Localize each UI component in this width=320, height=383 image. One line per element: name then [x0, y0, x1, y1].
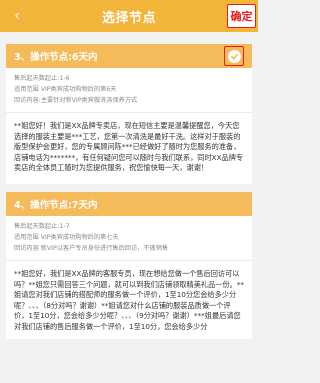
- node-meta: 售后起天数起止:1-6 适用范围 VIP类宾成功购物后的第6天 回访内容:主要针…: [6, 68, 252, 113]
- node-title: 4、操作节点:7天内: [14, 199, 98, 211]
- back-arrow-icon[interactable]: ‹: [8, 0, 26, 32]
- top-bar: ‹ 选择节点 确定: [0, 0, 258, 32]
- checkmark-icon: [227, 49, 241, 63]
- confirm-label: 确定: [230, 10, 253, 23]
- node-meta: 售后起天数起止:1-7 适用范围 VIP类宾成功购物后的第七天 回访内容 新VI…: [6, 216, 252, 261]
- node-meta-scope: 适用范围 VIP类宾成功购物后的第七天: [14, 233, 119, 241]
- node-message: **姐您好！我们是XX品牌专卖店，现在短信主要是温馨提醒您，今天您选择的服装主要…: [14, 121, 244, 173]
- node-list: 3、操作节点:6天内 售后起天数起止:1-6 适用范围 VIP类宾成功购物后的第…: [0, 32, 258, 339]
- node-meta-days: 售后起天数起止:1-6: [14, 75, 70, 82]
- page-title: 选择节点: [101, 10, 156, 26]
- select-toggle[interactable]: [224, 46, 244, 66]
- node-card[interactable]: 4、操作节点:7天内 售后起天数起止:1-7 适用范围 VIP类宾成功购物后的第…: [6, 191, 252, 339]
- node-card-header[interactable]: 3、操作节点:6天内: [6, 44, 252, 68]
- confirm-button[interactable]: 确定: [227, 4, 256, 28]
- node-card[interactable]: 3、操作节点:6天内 售后起天数起止:1-6 适用范围 VIP类宾成功购物后的第…: [6, 44, 252, 184]
- node-card-header[interactable]: 4、操作节点:7天内: [6, 191, 252, 216]
- node-meta-days: 售后起天数起止:1-7: [14, 222, 70, 230]
- node-meta-content: 回访内容:主要针对新VIP类宾做洗涤保养方式: [14, 97, 138, 104]
- node-message: **姐您好，我们是XX品牌的客服专员，现在想给您做一个售后回访可以吗？**姐您只…: [14, 268, 245, 331]
- node-title: 3、操作节点:6天内: [14, 52, 98, 63]
- node-meta-content: 回访内容 新VIP以客户专员身份进行售后回访，不做销售: [14, 244, 169, 252]
- node-meta-scope: 适用范围 VIP类宾成功购物后的第6天: [14, 86, 117, 93]
